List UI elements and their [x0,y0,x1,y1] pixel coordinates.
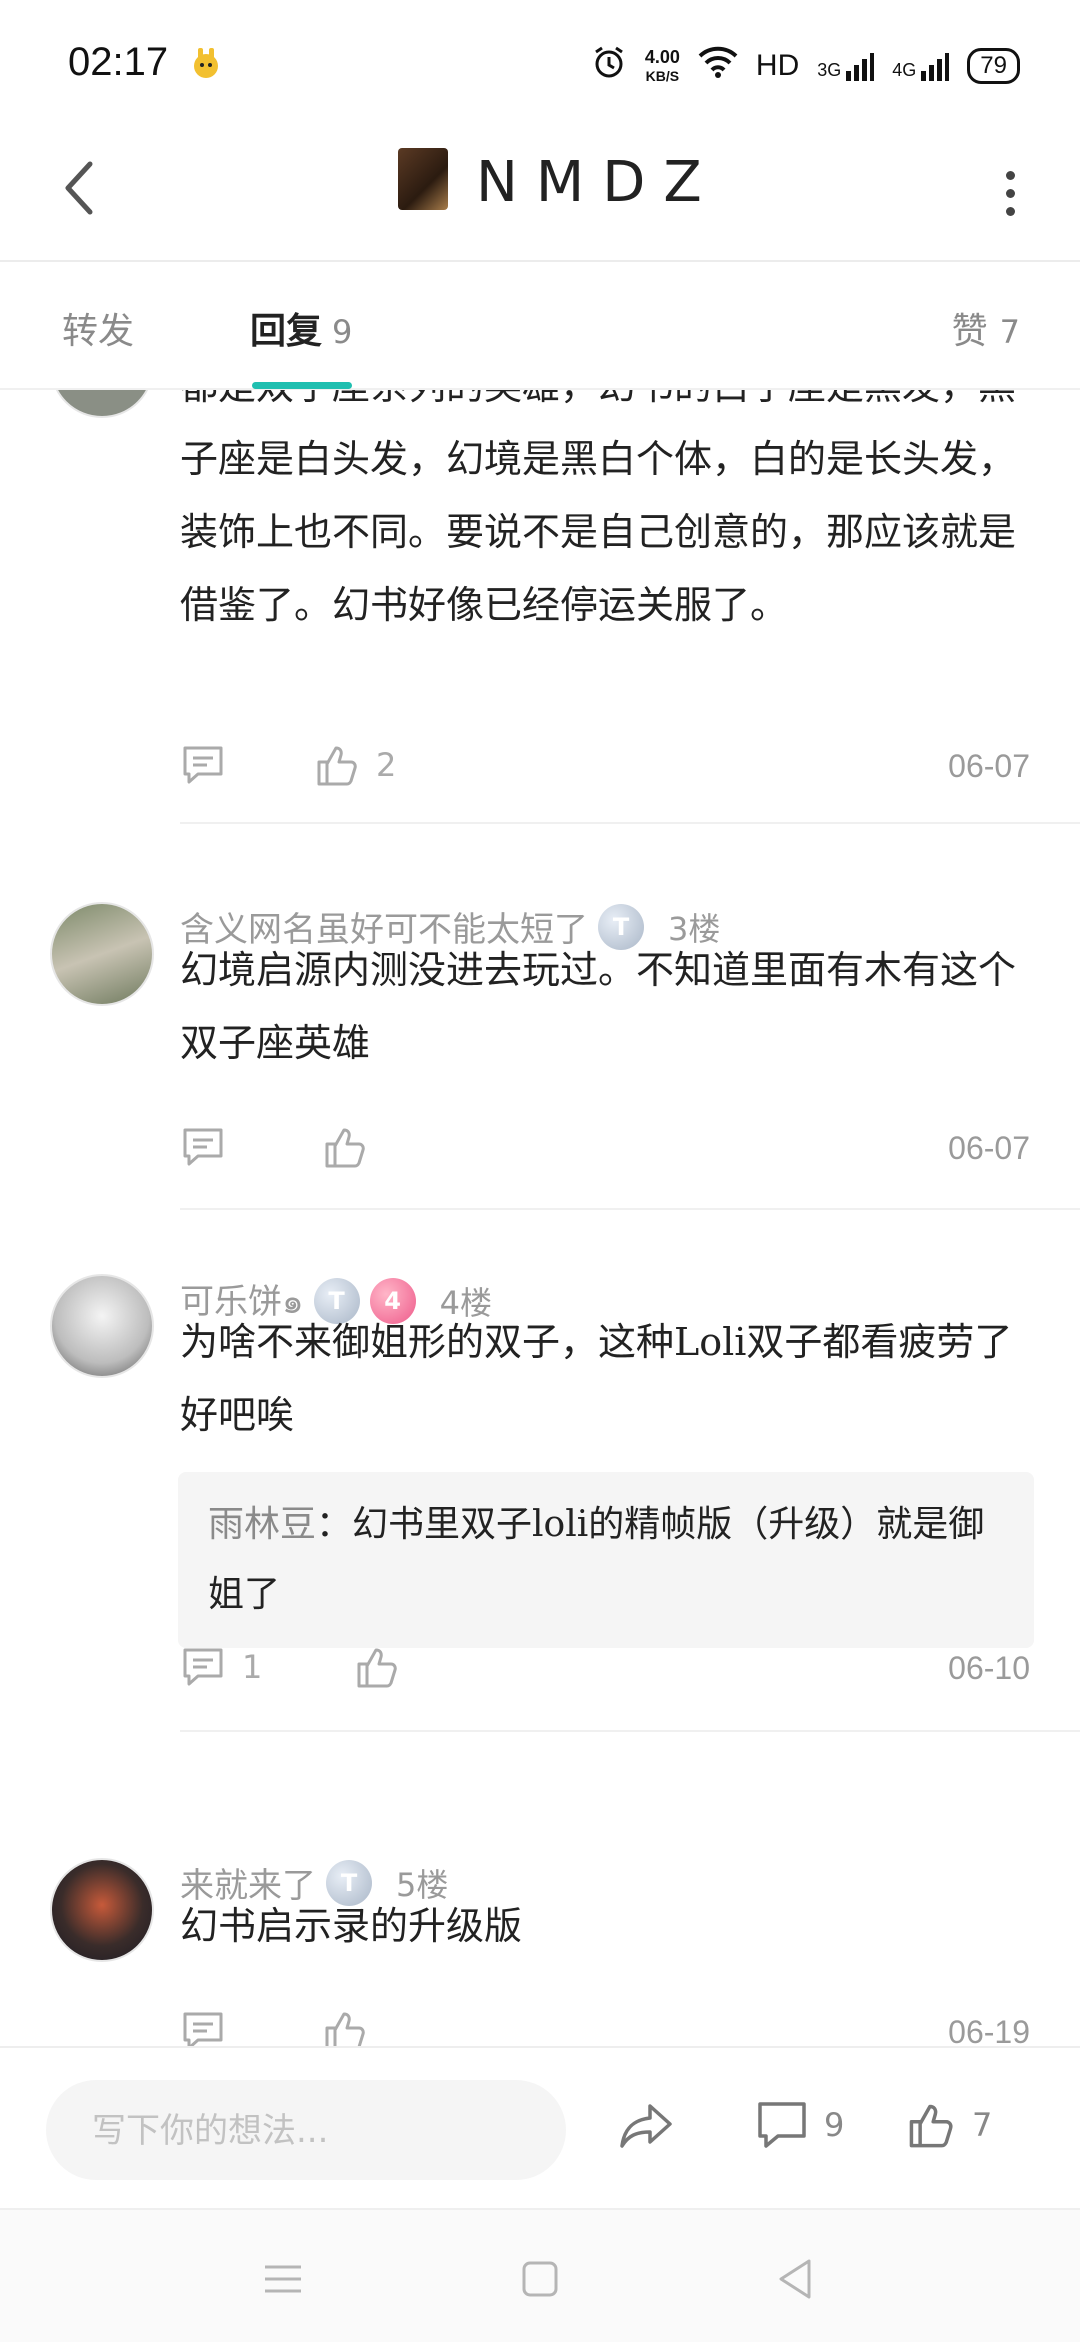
comment-text: 为啥不来御姐形的双子，这种Loli双子都看疲劳了好吧唉 [180,1320,1013,1437]
divider [180,822,1080,824]
avatar[interactable] [50,902,154,1006]
tab-bar: 转发 回复 9 赞7 [0,262,1080,390]
comment-date: 06-07 [948,1130,1030,1166]
tab-reply-label: 回复 [250,311,323,352]
status-bar: 02:17 4.00 KB/S HD 3G 4G 79 [0,0,1080,120]
status-time: 02:17 [68,40,169,84]
comment-date: 06-10 [948,1650,1030,1686]
thumb-up-icon [317,746,357,786]
notification-icon [186,44,226,88]
like-button[interactable] [322,2008,368,2046]
home-button[interactable] [505,2244,575,2314]
comment-icon [183,1648,223,1686]
comment-text: 幻书启示录的升级版 [180,1904,523,1948]
hd-indicator: HD [755,49,800,82]
avatar[interactable] [50,1274,154,1378]
reply-count: 1 [242,1648,263,1686]
comment-icon [183,2012,223,2046]
comment-text: 都是双子座系列的英雄，幻书的白子座是黑发，黑子座是白头发，幻境是黑白个体，白的是… [180,390,1017,627]
comment-icon [183,746,223,784]
comment-icon [758,2102,806,2148]
comment-actions: 1 06-10 [180,1644,1030,1704]
page-header: NMDZ [0,120,1080,262]
like-button[interactable]: 2 [314,742,396,788]
speed-value: 4.00 [644,46,680,67]
comment-list: 都是双子座系列的英雄，幻书的白子座是黑发，黑子座是白头发，幻境是黑白个体，白的是… [0,390,1080,2046]
tab-like-count: 7 [999,313,1020,351]
divider [180,1208,1080,1210]
triangle-back-icon [779,2259,811,2299]
tab-reply-count: 9 [332,313,353,351]
comment-actions: 2 06-07 [180,742,1030,802]
like-button[interactable] [354,1644,400,1690]
tab-forward[interactable]: 转发 [62,302,134,354]
back-nav-button[interactable] [760,2244,830,2314]
speed-unit: KB/S [645,67,680,84]
comment-input-container [46,2080,566,2182]
more-dot [1005,188,1015,198]
reply-button[interactable] [180,1124,226,1170]
system-navigation-bar [0,2208,1080,2342]
share-icon [620,2104,672,2148]
square-icon [522,2261,558,2297]
avatar[interactable] [50,1858,154,1962]
comment-input[interactable] [90,2080,554,2182]
quoted-reply[interactable]: 雨林豆：幻书里双子loli的精帧版（升级）就是御姐了 [178,1472,1034,1648]
thumb-up-icon [325,1128,365,1168]
reply-button[interactable]: 1 [180,1644,262,1690]
wifi-icon [698,46,738,86]
bottom-action-bar: 9 7 [0,2046,1080,2208]
comment-actions: 06-07 [180,1124,1030,1184]
game-avatar[interactable] [398,148,448,210]
comment-text: 幻境启源内测没进去玩过。不知道里面有木有这个双子座英雄 [180,948,1017,1065]
alarm-icon [591,44,627,88]
tab-reply[interactable]: 回复 9 [250,302,352,354]
avatar[interactable] [50,390,154,418]
tab-like[interactable]: 赞7 [952,302,1020,354]
thumb-up-icon [357,1648,397,1688]
comment-count-button[interactable]: 9 [756,2100,844,2150]
back-button[interactable] [40,148,120,228]
menu-icon [265,2265,301,2293]
comment-actions: 06-19 [180,2008,1030,2046]
tab-active-indicator [252,382,352,389]
battery-indicator: 79 [967,48,1020,84]
chevron-left-icon [65,161,93,215]
more-dot [1005,206,1015,216]
thumb-up-icon [909,2104,953,2148]
comment-icon [183,1128,223,1166]
net1-label: 3G [817,60,842,80]
net2-label: 4G [892,60,917,80]
network-speed: 4.00 KB/S [645,48,680,85]
reply-button[interactable] [180,742,226,788]
signal-4g: 4G [892,51,950,81]
more-button[interactable] [980,158,1040,228]
comment-count: 9 [824,2106,845,2144]
divider [180,1730,1080,1732]
tab-like-label: 赞 [951,311,988,352]
share-button[interactable] [618,2100,674,2150]
like-count-button[interactable]: 7 [906,2100,992,2150]
page-title: NMDZ [476,150,720,215]
signal-3g: 3G [817,51,875,81]
thumb-up-icon [325,2012,365,2046]
status-icons: 4.00 KB/S HD 3G 4G 79 [591,44,1020,88]
reply-button[interactable] [180,2008,226,2046]
comment-date: 06-19 [948,2014,1030,2046]
quote-separator: ： [316,1504,353,1545]
tab-forward-label: 转发 [62,311,135,352]
comment-date: 06-07 [948,748,1030,784]
like-button[interactable] [322,1124,368,1170]
quoted-author[interactable]: 雨林豆 [208,1504,316,1545]
like-count: 2 [376,746,397,784]
recent-apps-button[interactable] [248,2244,318,2314]
like-count: 7 [972,2106,993,2144]
more-vertical-icon [1005,170,1015,180]
